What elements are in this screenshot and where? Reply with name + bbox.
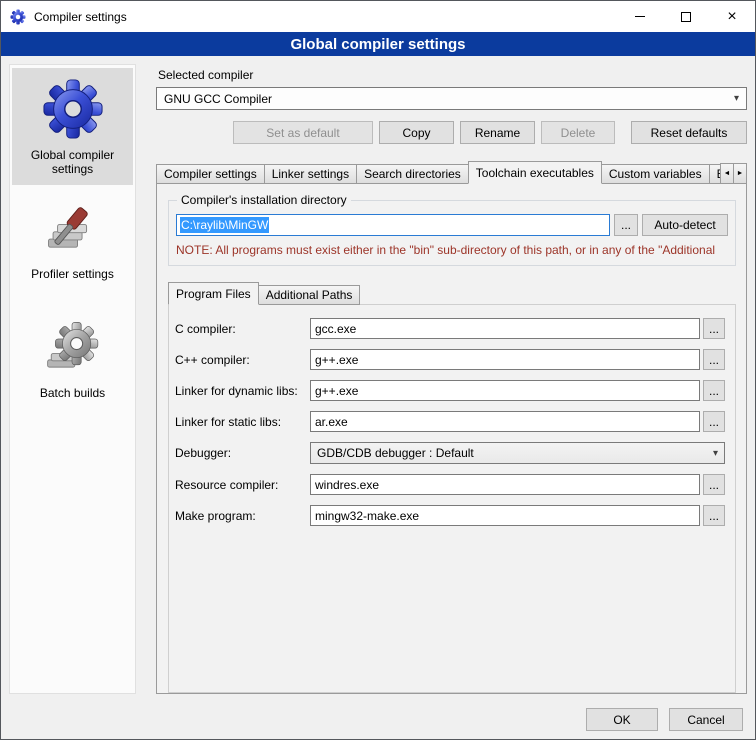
installation-directory-row: C:\raylib\MinGW ... Auto-detect <box>176 214 728 236</box>
ok-button[interactable]: OK <box>586 708 658 731</box>
c-compiler-row: C compiler: gcc.exe ... <box>175 318 725 339</box>
make-program-input[interactable]: mingw32-make.exe <box>310 505 700 526</box>
field-label: Resource compiler: <box>175 478 310 492</box>
chevron-down-icon: ▾ <box>713 448 718 459</box>
tab-linker-settings[interactable]: Linker settings <box>264 164 357 184</box>
debugger-row: Debugger: GDB/CDB debugger : Default ▾ <box>175 442 725 464</box>
linker-dynamic-input[interactable]: g++.exe <box>310 380 700 401</box>
field-value: g++.exe <box>315 353 358 367</box>
settings-tab-strip: Compiler settings Linker settings Search… <box>156 161 747 184</box>
reset-defaults-button[interactable]: Reset defaults <box>631 121 747 144</box>
tab-additional-paths[interactable]: Additional Paths <box>258 285 361 305</box>
sidebar-item-batch-builds[interactable]: Batch builds <box>12 310 133 409</box>
title-bar[interactable]: Compiler settings × <box>1 1 755 32</box>
linker-static-input[interactable]: ar.exe <box>310 411 700 432</box>
cpp-compiler-row: C++ compiler: g++.exe ... <box>175 349 725 370</box>
browse-button[interactable]: ... <box>703 349 725 370</box>
rename-button[interactable]: Rename <box>460 121 535 144</box>
resource-compiler-row: Resource compiler: windres.exe ... <box>175 474 725 495</box>
main-area: Global compiler settings Profiler settin… <box>1 56 755 702</box>
close-icon: × <box>727 9 736 25</box>
field-value: mingw32-make.exe <box>315 509 419 523</box>
tab-search-directories[interactable]: Search directories <box>356 164 469 184</box>
field-value: windres.exe <box>315 478 379 492</box>
delete-button[interactable]: Delete <box>541 121 615 144</box>
sidebar-item-global-compiler-settings[interactable]: Global compiler settings <box>12 68 133 185</box>
cancel-button[interactable]: Cancel <box>669 708 743 731</box>
install-dir-selected-text: C:\raylib\MinGW <box>180 217 269 233</box>
close-button[interactable]: × <box>709 1 755 32</box>
browse-button[interactable]: ... <box>703 380 725 401</box>
tab-program-files[interactable]: Program Files <box>168 282 259 305</box>
selected-compiler-value: GNU GCC Compiler <box>164 92 272 106</box>
dialog-footer: OK Cancel <box>1 700 755 739</box>
cpp-compiler-input[interactable]: g++.exe <box>310 349 700 370</box>
field-value: GDB/CDB debugger : Default <box>317 446 474 460</box>
browse-button[interactable]: ... <box>703 505 725 526</box>
field-value: gcc.exe <box>315 322 356 336</box>
tab-scroll-buttons: ◄ ► <box>721 163 747 184</box>
c-compiler-input[interactable]: gcc.exe <box>310 318 700 339</box>
tab-compiler-settings[interactable]: Compiler settings <box>156 164 265 184</box>
browse-button[interactable]: ... <box>703 474 725 495</box>
gray-gear-icon <box>44 320 102 378</box>
maximize-icon <box>681 12 691 22</box>
field-label: Linker for dynamic libs: <box>175 384 310 398</box>
make-program-row: Make program: mingw32-make.exe ... <box>175 505 725 526</box>
tab-toolchain-executables[interactable]: Toolchain executables <box>468 161 602 184</box>
selected-compiler-label: Selected compiler <box>158 68 747 82</box>
chevron-down-icon: ▾ <box>734 93 739 104</box>
installation-directory-groupbox: Compiler's installation directory C:\ray… <box>168 200 736 266</box>
tab-custom-variables[interactable]: Custom variables <box>601 164 710 184</box>
debugger-combobox[interactable]: GDB/CDB debugger : Default ▾ <box>310 442 725 464</box>
settings-content: Selected compiler GNU GCC Compiler ▾ Set… <box>146 64 747 694</box>
maximize-button[interactable] <box>663 1 709 32</box>
settings-sidebar: Global compiler settings Profiler settin… <box>9 64 136 694</box>
caption-buttons: × <box>617 1 755 32</box>
sidebar-item-profiler-settings[interactable]: Profiler settings <box>12 191 133 290</box>
tab-scroll-left-icon[interactable]: ◄ <box>720 163 734 184</box>
blue-gear-icon <box>42 78 104 140</box>
field-label: Make program: <box>175 509 310 523</box>
bin-subdirectory-note: NOTE: All programs must exist either in … <box>176 243 728 257</box>
app-icon <box>10 9 26 25</box>
selected-compiler-combobox[interactable]: GNU GCC Compiler ▾ <box>156 87 747 110</box>
copy-button[interactable]: Copy <box>379 121 454 144</box>
field-value: g++.exe <box>315 384 358 398</box>
sidebar-item-label: Profiler settings <box>31 267 114 281</box>
resource-compiler-input[interactable]: windres.exe <box>310 474 700 495</box>
groupbox-title: Compiler's installation directory <box>177 193 351 207</box>
browse-button[interactable]: ... <box>703 411 725 432</box>
minimize-icon <box>635 16 645 17</box>
linker-dynamic-row: Linker for dynamic libs: g++.exe ... <box>175 380 725 401</box>
tab-scroll-right-icon[interactable]: ► <box>733 163 747 184</box>
program-files-panel: C compiler: gcc.exe ... C++ compiler: g+… <box>168 304 736 693</box>
compiler-button-row: Set as default Copy Rename Delete Reset … <box>156 121 747 144</box>
linker-static-row: Linker for static libs: ar.exe ... <box>175 411 725 432</box>
field-label: C++ compiler: <box>175 353 310 367</box>
install-dir-browse-button[interactable]: ... <box>614 214 638 236</box>
window-title: Compiler settings <box>34 10 127 24</box>
toolchain-executables-panel: Compiler's installation directory C:\ray… <box>156 183 747 694</box>
sidebar-item-label: Global compiler settings <box>14 148 131 176</box>
set-as-default-button[interactable]: Set as default <box>233 121 373 144</box>
program-files-tab-strip: Program Files Additional Paths <box>168 282 736 305</box>
browse-button[interactable]: ... <box>703 318 725 339</box>
minimize-button[interactable] <box>617 1 663 32</box>
install-dir-input[interactable]: C:\raylib\MinGW <box>176 214 610 236</box>
auto-detect-button[interactable]: Auto-detect <box>642 214 728 236</box>
field-label: Linker for static libs: <box>175 415 310 429</box>
field-value: ar.exe <box>315 415 348 429</box>
sidebar-item-label: Batch builds <box>40 386 105 400</box>
field-label: Debugger: <box>175 446 310 460</box>
page-title: Global compiler settings <box>1 32 755 56</box>
profiler-tool-icon <box>44 201 102 259</box>
field-label: C compiler: <box>175 322 310 336</box>
